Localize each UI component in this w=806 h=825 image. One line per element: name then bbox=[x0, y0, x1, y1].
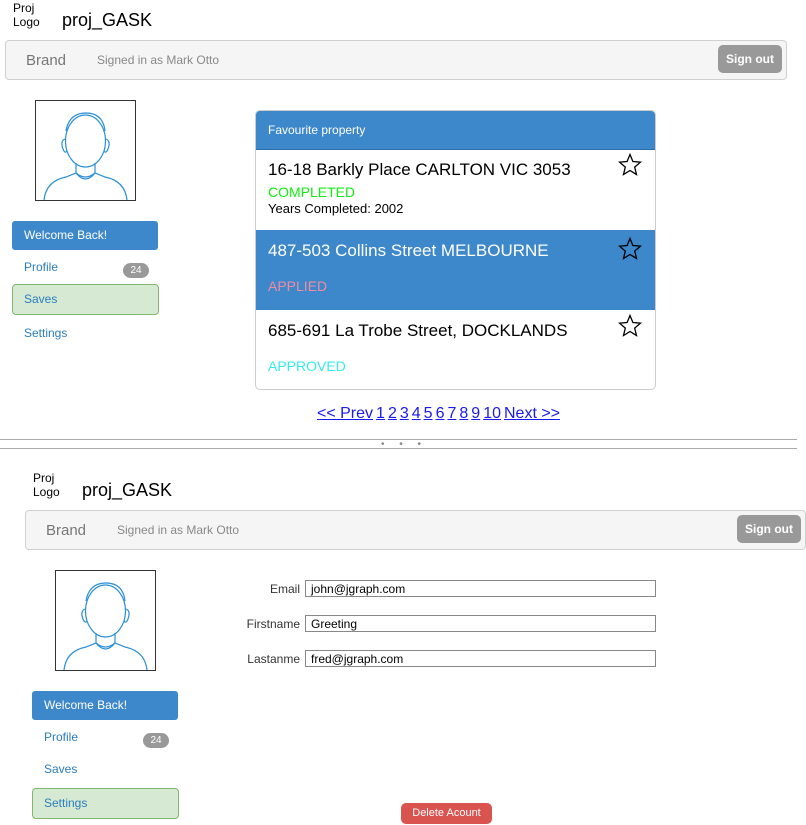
avatar bbox=[35, 100, 136, 201]
property-item[interactable]: 685-691 La Trobe Street, DOCKLANDS APPRO… bbox=[256, 310, 655, 389]
pagination-next[interactable]: Next >> bbox=[504, 405, 560, 422]
project-logo: Proj Logo bbox=[33, 471, 60, 499]
project-title: proj_GASK bbox=[82, 480, 173, 500]
property-item-selected[interactable]: 487-503 Collins Street MELBOURNE APPLIED bbox=[256, 230, 655, 310]
star-icon[interactable] bbox=[618, 153, 642, 177]
property-status: COMPLETED bbox=[268, 184, 356, 200]
signed-in-text: Signed in as Mark Otto bbox=[97, 53, 220, 67]
brand-link[interactable]: Brand bbox=[46, 522, 86, 539]
lastname-label: Lastanme bbox=[247, 652, 300, 666]
property-status: APPROVED bbox=[268, 358, 346, 374]
pagination-page[interactable]: 3 bbox=[400, 405, 409, 422]
divider-handle[interactable]: • • • bbox=[381, 439, 427, 450]
pagination-page[interactable]: 1 bbox=[376, 405, 385, 422]
user-icon bbox=[63, 582, 148, 670]
pagination-page[interactable]: 2 bbox=[388, 405, 397, 422]
signed-in-text: Signed in as Mark Otto bbox=[117, 523, 240, 537]
sidebar-item-profile[interactable]: Profile bbox=[44, 730, 78, 744]
property-title: 685-691 La Trobe Street, DOCKLANDS bbox=[268, 321, 568, 340]
delete-account-button[interactable]: Delete Acount bbox=[401, 803, 492, 824]
star-icon[interactable] bbox=[618, 314, 642, 338]
property-item[interactable]: 16-18 Barkly Place CARLTON VIC 3053 COMP… bbox=[256, 150, 655, 230]
sign-out-button[interactable]: Sign out bbox=[737, 515, 801, 543]
property-title: 487-503 Collins Street MELBOURNE bbox=[268, 241, 549, 260]
sidebar-item-settings[interactable]: Settings bbox=[24, 326, 67, 340]
sidebar-item-welcome[interactable]: Welcome Back! bbox=[12, 221, 158, 250]
sidebar-item-welcome[interactable]: Welcome Back! bbox=[32, 691, 178, 720]
pagination-page[interactable]: 10 bbox=[483, 405, 501, 422]
pagination-page[interactable]: 5 bbox=[424, 405, 433, 422]
brand-link[interactable]: Brand bbox=[26, 52, 66, 69]
pagination-page[interactable]: 8 bbox=[459, 405, 468, 422]
profile-badge: 24 bbox=[123, 263, 149, 278]
pagination-page[interactable]: 9 bbox=[471, 405, 480, 422]
favourite-property-panel: Favourite property 16-18 Barkly Place CA… bbox=[255, 110, 656, 390]
pagination: << Prev 1 2 3 4 5 6 7 8 9 10 Next >> bbox=[317, 405, 563, 423]
avatar bbox=[55, 570, 156, 671]
user-icon bbox=[43, 112, 128, 200]
pagination-page[interactable]: 7 bbox=[447, 405, 456, 422]
lastname-field[interactable]: fred@jgraph.com bbox=[305, 650, 656, 667]
property-title: 16-18 Barkly Place CARLTON VIC 3053 bbox=[268, 160, 571, 179]
email-label: Email bbox=[269, 582, 300, 596]
profile-badge: 24 bbox=[143, 733, 169, 748]
project-logo: Proj Logo bbox=[13, 1, 40, 29]
firstname-field[interactable]: Greeting bbox=[305, 615, 656, 632]
star-icon[interactable] bbox=[618, 237, 642, 261]
pagination-page[interactable]: 4 bbox=[412, 405, 421, 422]
property-status: APPLIED bbox=[268, 278, 328, 294]
navbar: Brand Signed in as Mark Otto Sign out bbox=[5, 40, 787, 80]
sidebar-item-profile[interactable]: Profile bbox=[24, 260, 58, 274]
email-field[interactable]: john@jgraph.com bbox=[305, 580, 656, 597]
sign-out-button[interactable]: Sign out bbox=[718, 45, 782, 73]
navbar: Brand Signed in as Mark Otto Sign out bbox=[25, 510, 806, 550]
pagination-prev[interactable]: << Prev bbox=[317, 405, 373, 422]
sidebar-item-settings[interactable]: Settings bbox=[32, 788, 179, 819]
firstname-label: Firstname bbox=[246, 617, 300, 631]
sidebar-item-saves[interactable]: Saves bbox=[44, 762, 77, 776]
property-detail: Years Completed: 2002 bbox=[268, 201, 404, 216]
panel-header: Favourite property bbox=[256, 111, 655, 150]
pagination-page[interactable]: 6 bbox=[436, 405, 445, 422]
project-title: proj_GASK bbox=[62, 10, 153, 30]
sidebar-item-saves[interactable]: Saves bbox=[12, 284, 159, 315]
